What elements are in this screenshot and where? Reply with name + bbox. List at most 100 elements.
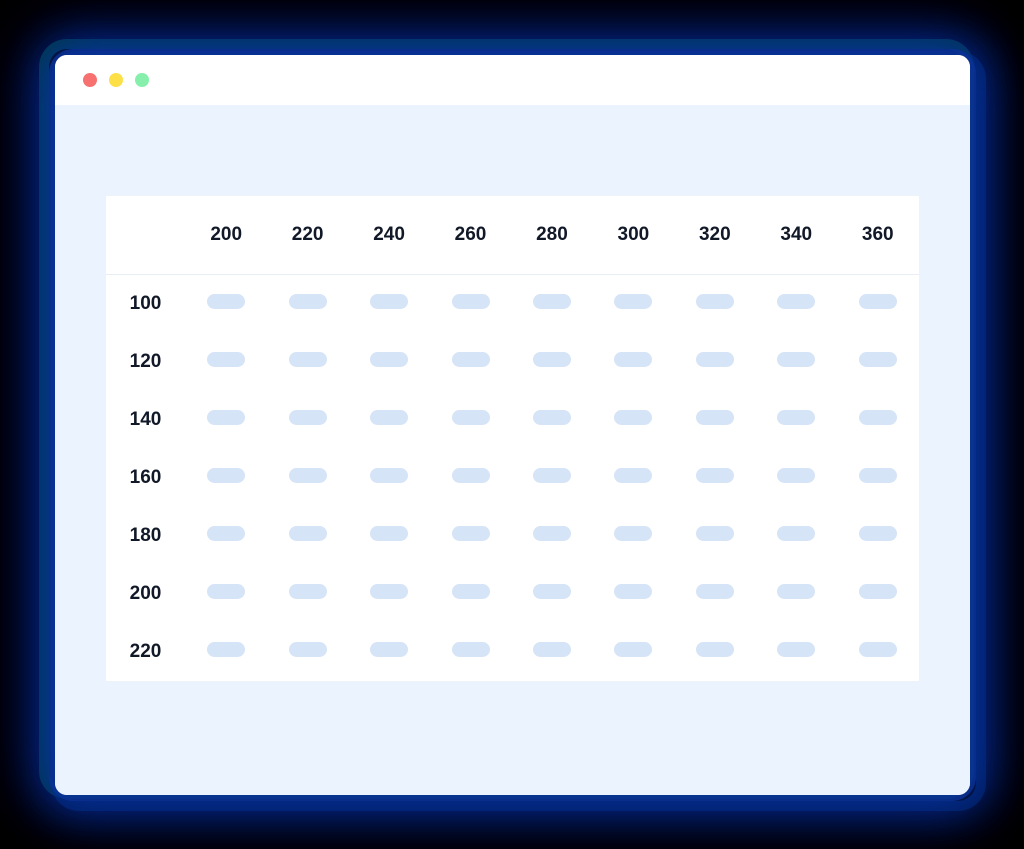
table-cell bbox=[186, 391, 267, 449]
placeholder-pill bbox=[533, 584, 571, 599]
table-cell bbox=[511, 274, 592, 333]
table-row: 120 bbox=[106, 333, 919, 391]
column-header: 340 bbox=[756, 196, 837, 275]
table-cell bbox=[430, 274, 511, 333]
window-close-button[interactable] bbox=[83, 73, 97, 87]
placeholder-pill bbox=[696, 410, 734, 425]
table-cell bbox=[674, 507, 755, 565]
table-cell bbox=[756, 274, 837, 333]
placeholder-pill bbox=[370, 526, 408, 541]
placeholder-pill bbox=[289, 410, 327, 425]
table-body: 100 120 bbox=[106, 274, 919, 681]
column-header: 240 bbox=[348, 196, 429, 275]
placeholder-pill bbox=[859, 584, 897, 599]
placeholder-pill bbox=[614, 352, 652, 367]
placeholder-pill bbox=[207, 642, 245, 657]
table-cell bbox=[267, 449, 348, 507]
column-header: 360 bbox=[837, 196, 919, 275]
placeholder-pill bbox=[777, 352, 815, 367]
table-cell bbox=[186, 333, 267, 391]
placeholder-pill bbox=[452, 352, 490, 367]
table-cell bbox=[837, 333, 919, 391]
table-cell bbox=[756, 333, 837, 391]
table-cell bbox=[348, 449, 429, 507]
table-cell bbox=[348, 274, 429, 333]
placeholder-pill bbox=[859, 526, 897, 541]
placeholder-pill bbox=[859, 410, 897, 425]
table-row: 180 bbox=[106, 507, 919, 565]
placeholder-pill bbox=[370, 642, 408, 657]
table-cell bbox=[674, 274, 755, 333]
placeholder-pill bbox=[696, 468, 734, 483]
table-row: 140 bbox=[106, 391, 919, 449]
table-cell bbox=[186, 565, 267, 623]
table-cell bbox=[430, 391, 511, 449]
table-cell bbox=[511, 623, 592, 681]
placeholder-pill bbox=[452, 468, 490, 483]
placeholder-pill bbox=[777, 584, 815, 599]
table-cell bbox=[593, 391, 674, 449]
table-cell bbox=[593, 449, 674, 507]
table-cell bbox=[674, 391, 755, 449]
table-cell bbox=[837, 391, 919, 449]
row-header: 100 bbox=[106, 274, 186, 333]
table-cell bbox=[837, 449, 919, 507]
window-maximize-button[interactable] bbox=[135, 73, 149, 87]
table-cell bbox=[511, 507, 592, 565]
table-cell bbox=[430, 449, 511, 507]
table-cell bbox=[267, 391, 348, 449]
row-header: 180 bbox=[106, 507, 186, 565]
table-cell bbox=[186, 449, 267, 507]
table-cell bbox=[267, 274, 348, 333]
placeholder-pill bbox=[289, 526, 327, 541]
placeholder-pill bbox=[207, 526, 245, 541]
placeholder-pill bbox=[859, 468, 897, 483]
window-minimize-button[interactable] bbox=[109, 73, 123, 87]
table-cell bbox=[837, 565, 919, 623]
placeholder-pill bbox=[452, 584, 490, 599]
placeholder-pill bbox=[696, 526, 734, 541]
placeholder-pill bbox=[207, 410, 245, 425]
placeholder-pill bbox=[370, 584, 408, 599]
placeholder-pill bbox=[289, 294, 327, 309]
table-row: 160 bbox=[106, 449, 919, 507]
table-header-row: 200 220 240 260 280 300 320 340 360 bbox=[106, 196, 919, 275]
table-cell bbox=[348, 391, 429, 449]
table-cell bbox=[430, 507, 511, 565]
table-cell bbox=[348, 507, 429, 565]
table-cell bbox=[756, 565, 837, 623]
table-cell bbox=[430, 333, 511, 391]
placeholder-pill bbox=[859, 642, 897, 657]
content-area: 200 220 240 260 280 300 320 340 360 bbox=[55, 105, 970, 795]
column-header: 300 bbox=[593, 196, 674, 275]
column-header: 320 bbox=[674, 196, 755, 275]
app-window: 200 220 240 260 280 300 320 340 360 bbox=[55, 55, 970, 795]
placeholder-pill bbox=[614, 294, 652, 309]
placeholder-pill bbox=[289, 584, 327, 599]
table-cell bbox=[186, 507, 267, 565]
table-cell bbox=[756, 391, 837, 449]
placeholder-pill bbox=[370, 468, 408, 483]
table-row: 200 bbox=[106, 565, 919, 623]
table-cell bbox=[348, 565, 429, 623]
table-cell bbox=[511, 565, 592, 623]
placeholder-pill bbox=[289, 468, 327, 483]
placeholder-pill bbox=[777, 294, 815, 309]
placeholder-pill bbox=[207, 352, 245, 367]
placeholder-pill bbox=[207, 294, 245, 309]
table-row: 100 bbox=[106, 274, 919, 333]
table-cell bbox=[674, 333, 755, 391]
column-header: 280 bbox=[511, 196, 592, 275]
placeholder-pill bbox=[859, 352, 897, 367]
table-cell bbox=[511, 333, 592, 391]
column-header: 220 bbox=[267, 196, 348, 275]
row-header: 120 bbox=[106, 333, 186, 391]
table-cell bbox=[837, 507, 919, 565]
table-cell bbox=[756, 449, 837, 507]
table-cell bbox=[837, 274, 919, 333]
table-cell bbox=[593, 565, 674, 623]
placeholder-pill bbox=[289, 642, 327, 657]
placeholder-pill bbox=[696, 352, 734, 367]
placeholder-pill bbox=[207, 468, 245, 483]
table-cell bbox=[348, 623, 429, 681]
